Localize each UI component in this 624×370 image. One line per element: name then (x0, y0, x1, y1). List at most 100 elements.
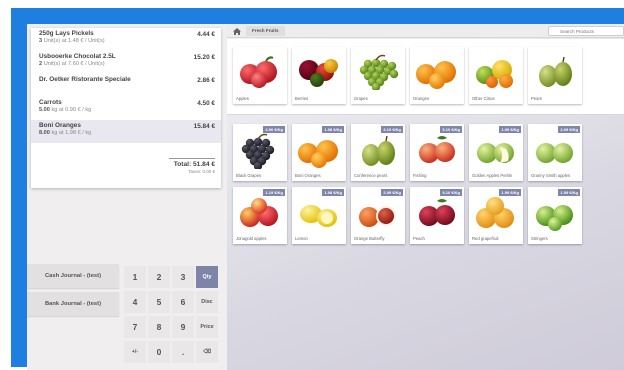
numpad-price-button[interactable]: Price (196, 316, 218, 338)
order-line[interactable]: 250g Lays Pickels 4.44 € 3 Unit(s) at 1.… (31, 28, 221, 51)
category-oranges[interactable]: Oranges (410, 47, 464, 104)
bank-journal-button[interactable]: Bank Journal - (test) (27, 292, 119, 316)
pos-app: 250g Lays Pickels 4.44 € 3 Unit(s) at 1.… (27, 24, 624, 370)
numpad-row: 7 8 9 Price (124, 316, 224, 338)
numpad-backspace-button[interactable]: ⌫ (196, 341, 218, 363)
numpad-2-button[interactable]: 2 (148, 266, 170, 288)
peach-dark-icon (419, 199, 455, 226)
cash-journal-button[interactable]: Cash Journal - (test) (27, 264, 119, 288)
price-tag: 5.10 €/Kg (440, 189, 462, 196)
oranges-icon (298, 140, 338, 168)
product-label: Stringers (531, 236, 548, 241)
apples-red-icon (240, 198, 278, 227)
category-list: Apples Berries Grapes Oranges Other Citrus Pe… (227, 39, 624, 115)
price-tag: 2.99 €/Kg (381, 189, 403, 196)
product-label: Black Grapes (236, 173, 262, 178)
order-line-price: 2.86 € (197, 77, 215, 84)
product-lemon[interactable]: 1.98 €/Kg Lemon (292, 187, 346, 244)
category-pears[interactable]: Pears (528, 47, 582, 104)
product-label: Peach (413, 236, 425, 241)
numpad-8-button[interactable]: 8 (148, 316, 170, 338)
numpad-4-button[interactable]: 4 (124, 291, 146, 313)
category-grapes[interactable]: Grapes (351, 47, 405, 104)
screen-frame: 250g Lays Pickels 4.44 € 3 Unit(s) at 1.… (11, 8, 624, 370)
order-line-info: 3 Unit(s) at 1.48 € / Unit(s) (39, 38, 215, 44)
order-line[interactable]: Usbooerke Chocolat 2.5L 15.20 € 2 Unit(s… (31, 51, 221, 74)
order-line-qty: 8.00 (39, 130, 50, 136)
price-tag: 3.10 €/Kg (381, 126, 403, 133)
category-label: Apples (236, 96, 249, 101)
order-ticket: 250g Lays Pickels 4.44 € 3 Unit(s) at 1.… (31, 28, 221, 188)
order-totals: Total: 51.84 € Taxes: 0.00 € (169, 158, 215, 174)
numpad-plusminus-button[interactable]: +/- (124, 341, 146, 363)
category-label: Pears (531, 96, 542, 101)
price-tag: 1.98 €/Kg (322, 189, 344, 196)
product-label: Lemon (295, 236, 308, 241)
category-label: Oranges (413, 96, 430, 101)
numpad-row: 4 5 6 Disc (124, 291, 224, 313)
category-label: Other Citrus (472, 96, 495, 101)
product-stringers[interactable]: 1.99 €/Kg Stringers (528, 187, 582, 244)
category-other-citrus[interactable]: Other Citrus (469, 47, 523, 104)
order-line[interactable]: Carrots 4.50 € 5.00 kg at 0.90 € / kg (31, 97, 221, 120)
price-tag: 1.99 €/Kg (499, 126, 521, 133)
breadcrumb-fresh-fruits[interactable]: Fresh Fruits (246, 26, 285, 36)
order-line-detail: Unit(s) at 1.48 € / Unit(s) (43, 38, 105, 44)
order-line-price: 4.44 € (197, 31, 215, 38)
order-line-name: Boni Oranges (39, 122, 81, 129)
price-tag: 1.19 €/Kg (263, 189, 285, 196)
price-tag: 1.98 €/Kg (322, 126, 344, 133)
numpad-9-button[interactable]: 9 (172, 316, 194, 338)
numpad-6-button[interactable]: 6 (172, 291, 194, 313)
search-input[interactable] (548, 26, 624, 36)
product-jonagold-apples[interactable]: 1.19 €/Kg Jonagold apples (233, 187, 287, 244)
apples-green-icon (477, 143, 514, 163)
limes-icon (536, 205, 573, 231)
price-tag: 4.90 €/Kg (263, 126, 285, 133)
product-red-grapefruit[interactable]: 1.99 €/Kg Red grapefruit (469, 187, 523, 244)
berries-icon (299, 59, 338, 87)
product-boni-oranges[interactable]: 1.98 €/Kg Boni Oranges (292, 124, 346, 181)
lemons-icon (300, 205, 337, 227)
category-apples[interactable]: Apples (233, 47, 287, 104)
product-label: Granny Smith apples (531, 173, 571, 178)
numpad-7-button[interactable]: 7 (124, 316, 146, 338)
price-tag: 5.10 €/Kg (440, 126, 462, 133)
order-total: Total: 51.84 € (173, 161, 215, 168)
numpad-decimal-button[interactable]: . (172, 341, 194, 363)
numpad-row: +/- 0. ⌫ (124, 341, 224, 363)
order-line[interactable]: Boni Oranges 15.84 € 8.00 kg at 1.98 € /… (31, 120, 221, 143)
order-line-price: 15.20 € (193, 54, 215, 61)
category-berries[interactable]: Berries (292, 47, 346, 104)
order-line-price: 4.50 € (197, 100, 215, 107)
product-label: Red grapefruit (472, 236, 499, 241)
order-taxes: Taxes: 0.00 € (188, 169, 215, 174)
payment-journals: Cash Journal - (test) Bank Journal - (te… (27, 264, 119, 320)
product-label: Golden Apples Perlim (472, 173, 513, 178)
product-black-grapes[interactable]: 4.90 €/Kg Black Grapes (233, 124, 287, 181)
product-conference-pears[interactable]: 3.10 €/Kg Conference pears (351, 124, 405, 181)
order-line-detail: kg at 0.90 € / kg (51, 107, 92, 113)
product-label: Jonagold apples (236, 236, 267, 241)
order-line-qty: 5.00 (39, 107, 50, 113)
apples-green2-icon (536, 143, 573, 163)
product-orange-butterfly[interactable]: 2.99 €/Kg Orange Butterfly (351, 187, 405, 244)
product-label: Conference pears (354, 173, 388, 178)
numpad-5-button[interactable]: 5 (148, 291, 170, 313)
price-tag: 2.09 €/Kg (558, 126, 580, 133)
numpad-disc-button[interactable]: Disc (196, 291, 218, 313)
product-granny-smith-apples[interactable]: 2.09 €/Kg Granny Smith apples (528, 124, 582, 181)
order-line[interactable]: Dr. Oetker Ristorante Speciale 2.86 € (31, 74, 221, 97)
product-peach[interactable]: 5.10 €/Kg Peach (410, 187, 464, 244)
numpad-qty-button[interactable]: Qty (196, 266, 218, 288)
grapes-icon (359, 54, 399, 90)
product-fishing[interactable]: 5.10 €/Kg Fishing (410, 124, 464, 181)
numpad-3-button[interactable]: 3 (172, 266, 194, 288)
order-line-info: 8.00 kg at 1.98 € / kg (39, 130, 215, 136)
product-golden-apples-perlim[interactable]: 1.99 €/Kg Golden Apples Perlim (469, 124, 523, 181)
numpad-1-button[interactable]: 1 (124, 266, 146, 288)
numpad-0-button[interactable]: 0 (148, 341, 170, 363)
home-icon[interactable] (231, 26, 243, 36)
other-citrus-icon (476, 60, 513, 88)
product-label: Fishing (413, 173, 427, 178)
